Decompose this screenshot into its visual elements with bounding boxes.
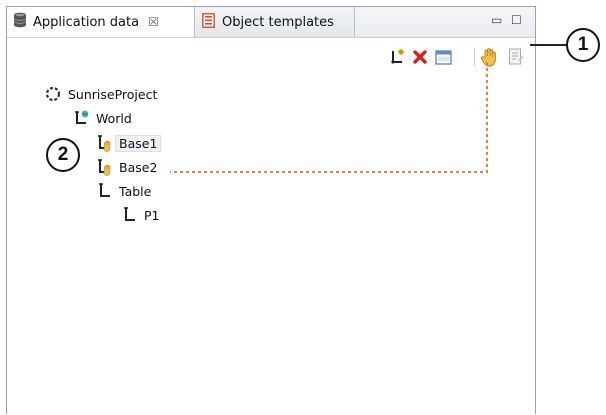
callout-1: 1 xyxy=(566,28,600,62)
callout-2: 2 xyxy=(46,138,80,172)
teach-connector-line xyxy=(170,62,488,173)
annotation-overlay xyxy=(170,44,566,173)
